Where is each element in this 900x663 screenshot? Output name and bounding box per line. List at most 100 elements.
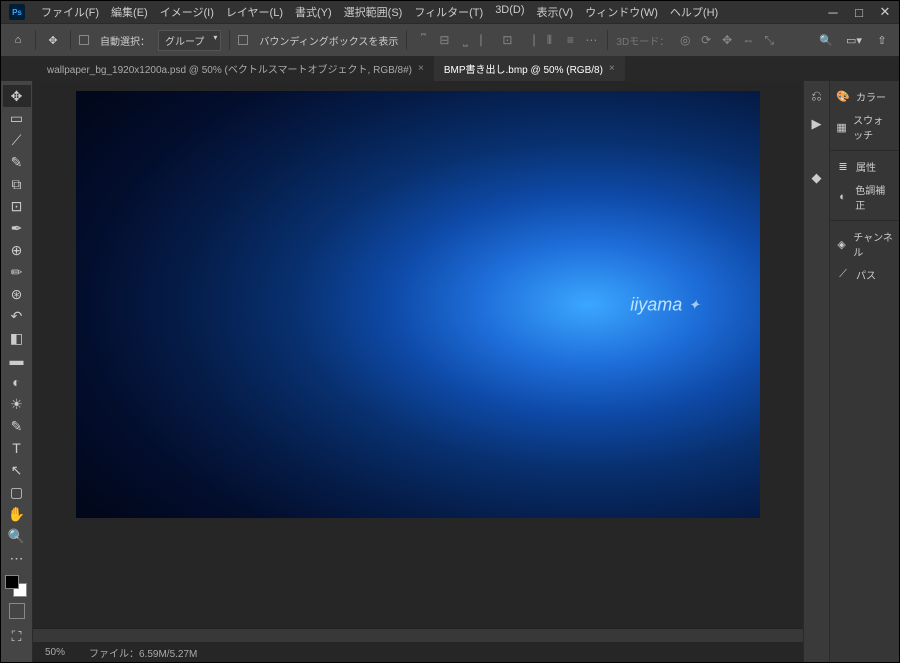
auto-select-label: 自動選択：	[100, 33, 150, 48]
dodge-tool[interactable]: ☀	[3, 393, 31, 415]
menu-3d[interactable]: 3D(D)	[489, 1, 530, 23]
align-hcenter-icon[interactable]: ⊡	[499, 32, 515, 48]
path-select-tool[interactable]: ↖	[3, 459, 31, 481]
menu-image[interactable]: イメージ(I)	[154, 1, 220, 23]
horizontal-scrollbar[interactable]	[33, 628, 803, 642]
minimize-button[interactable]: ─	[827, 6, 839, 18]
menu-view[interactable]: 表示(V)	[531, 1, 580, 23]
distribute-h-icon[interactable]: ⫴	[541, 32, 557, 48]
align-bottom-icon[interactable]: ⎵	[457, 32, 473, 48]
right-panels: ⎌ ▶ ◆ 🎨カラー ▦スウォッチ ≣属性 ◐色調補正 ◈チャンネル ⟋パス	[803, 81, 899, 662]
blur-tool[interactable]: ◐	[3, 371, 31, 393]
canvas-viewport[interactable]: iiyama✦	[33, 81, 803, 628]
tab-wallpaper[interactable]: wallpaper_bg_1920x1200a.psd @ 50% (ベクトルス…	[37, 56, 434, 81]
menu-help[interactable]: ヘルプ(H)	[664, 1, 724, 23]
gradient-tool[interactable]: ▬	[3, 349, 31, 371]
shape-tool[interactable]: ▢	[3, 481, 31, 503]
bounding-label: バウンディングボックスを表示	[259, 33, 398, 48]
move-tool[interactable]: ✥	[3, 85, 31, 107]
align-vcenter-icon[interactable]: ⊟	[436, 32, 452, 48]
grid-icon: ▦	[836, 120, 847, 134]
actions-icon[interactable]: ▶	[808, 115, 826, 133]
tab-bmp-export[interactable]: BMP書き出し.bmp @ 50% (RGB/8) ×	[434, 56, 625, 81]
3d-roll-icon: ⟳	[698, 32, 714, 48]
panel-adjustments[interactable]: ◐色調補正	[830, 178, 899, 216]
menu-file[interactable]: ファイル(F)	[35, 1, 105, 23]
quickmask-toggle[interactable]	[9, 603, 25, 619]
menu-layer[interactable]: レイヤー(L)	[220, 1, 289, 23]
brush-tool[interactable]: ✏	[3, 261, 31, 283]
eyedropper-tool[interactable]: ✒	[3, 217, 31, 239]
panel-swatches[interactable]: ▦スウォッチ	[830, 108, 899, 146]
sliders-icon: ≣	[836, 160, 850, 174]
bounding-checkbox[interactable]	[238, 35, 248, 45]
3d-slide-icon: ⇔	[740, 32, 756, 48]
edit-toolbar[interactable]: ⋯	[3, 547, 31, 569]
channels-icon: ◈	[836, 237, 847, 251]
color-swatches[interactable]	[5, 575, 27, 597]
menu-type[interactable]: 書式(Y)	[289, 1, 338, 23]
menu-window[interactable]: ウィンドウ(W)	[579, 1, 664, 23]
panel-properties[interactable]: ≣属性	[830, 155, 899, 178]
tab-close-icon[interactable]: ×	[418, 63, 424, 74]
palette-icon: 🎨	[836, 90, 850, 104]
history-brush-tool[interactable]: ↶	[3, 305, 31, 327]
stamp-tool[interactable]: ⊛	[3, 283, 31, 305]
3d-pan-icon: ✥	[719, 32, 735, 48]
panel-paths[interactable]: ⟋パス	[830, 263, 899, 286]
crop-tool[interactable]: ⧉	[3, 173, 31, 195]
foreground-swatch[interactable]	[5, 575, 19, 589]
marquee-tool[interactable]: ▭	[3, 107, 31, 129]
file-info[interactable]: ファイル：6.59M/5.27M	[89, 645, 197, 660]
pen-tool[interactable]: ✎	[3, 415, 31, 437]
menu-filter[interactable]: フィルター(T)	[408, 1, 489, 23]
3d-mode-label: 3Dモード：	[616, 33, 669, 48]
options-bar: ⌂ ✥ 自動選択： グループ バウンディングボックスを表示 ⎴ ⊟ ⎵ ⎸ ⊡ …	[1, 23, 899, 57]
tab-close-icon[interactable]: ×	[609, 63, 615, 74]
distribute-v-icon[interactable]: ≡	[562, 32, 578, 48]
hand-tool[interactable]: ✋	[3, 503, 31, 525]
align-icons: ⎴ ⊟ ⎵ ⎸ ⊡ ⎹ ⫴ ≡ ⋯	[415, 32, 599, 48]
group-dropdown[interactable]: グループ	[158, 30, 221, 51]
auto-select-checkbox[interactable]	[79, 35, 89, 45]
zoom-level[interactable]: 50%	[45, 647, 65, 658]
tab-label: BMP書き出し.bmp @ 50% (RGB/8)	[444, 61, 603, 76]
menubar: ファイル(F) 編集(E) イメージ(I) レイヤー(L) 書式(Y) 選択範囲…	[35, 1, 724, 23]
panel-list: 🎨カラー ▦スウォッチ ≣属性 ◐色調補正 ◈チャンネル ⟋パス	[830, 81, 899, 662]
history-icon[interactable]: ⎌	[808, 87, 826, 105]
panel-color[interactable]: 🎨カラー	[830, 85, 899, 108]
type-tool[interactable]: T	[3, 437, 31, 459]
share-icon[interactable]: ⇧	[873, 31, 891, 49]
toolbox: ✥ ▭ ⟋ ✎ ⧉ ⊡ ✒ ⊕ ✏ ⊛ ↶ ◧ ▬ ◐ ☀ ✎ T ↖ ▢ ✋ …	[1, 81, 33, 662]
move-tool-indicator-icon[interactable]: ✥	[44, 31, 62, 49]
panel-icon-strip: ⎌ ▶ ◆	[804, 81, 830, 662]
zoom-tool[interactable]: 🔍	[3, 525, 31, 547]
search-icon[interactable]: 🔍	[817, 31, 835, 49]
contrast-icon: ◐	[836, 190, 849, 204]
app-logo: Ps	[9, 4, 25, 20]
maximize-button[interactable]: □	[853, 6, 865, 18]
layers-icon[interactable]: ◆	[808, 169, 826, 187]
close-button[interactable]: ✕	[879, 6, 891, 18]
menu-select[interactable]: 選択範囲(S)	[338, 1, 409, 23]
lasso-tool[interactable]: ⟋	[3, 129, 31, 151]
tab-label: wallpaper_bg_1920x1200a.psd @ 50% (ベクトルス…	[47, 61, 412, 76]
document-canvas[interactable]: iiyama✦	[76, 91, 760, 518]
frame-tool[interactable]: ⊡	[3, 195, 31, 217]
home-icon[interactable]: ⌂	[9, 31, 27, 49]
canvas-area: iiyama✦ 50% ファイル：6.59M/5.27M	[33, 81, 803, 662]
panel-channels[interactable]: ◈チャンネル	[830, 225, 899, 263]
healing-tool[interactable]: ⊕	[3, 239, 31, 261]
align-right-icon[interactable]: ⎹	[520, 32, 536, 48]
eraser-tool[interactable]: ◧	[3, 327, 31, 349]
brand-logo-icon: ✦	[688, 296, 700, 313]
menu-edit[interactable]: 編集(E)	[105, 1, 154, 23]
align-top-icon[interactable]: ⎴	[415, 32, 431, 48]
quick-select-tool[interactable]: ✎	[3, 151, 31, 173]
more-align-icon[interactable]: ⋯	[583, 32, 599, 48]
align-left-icon[interactable]: ⎸	[478, 32, 494, 48]
path-icon: ⟋	[836, 268, 850, 282]
screenmode-toggle[interactable]: ⛶	[3, 625, 31, 647]
status-bar: 50% ファイル：6.59M/5.27M	[33, 642, 803, 662]
workspace-icon[interactable]: ▭▾	[845, 31, 863, 49]
